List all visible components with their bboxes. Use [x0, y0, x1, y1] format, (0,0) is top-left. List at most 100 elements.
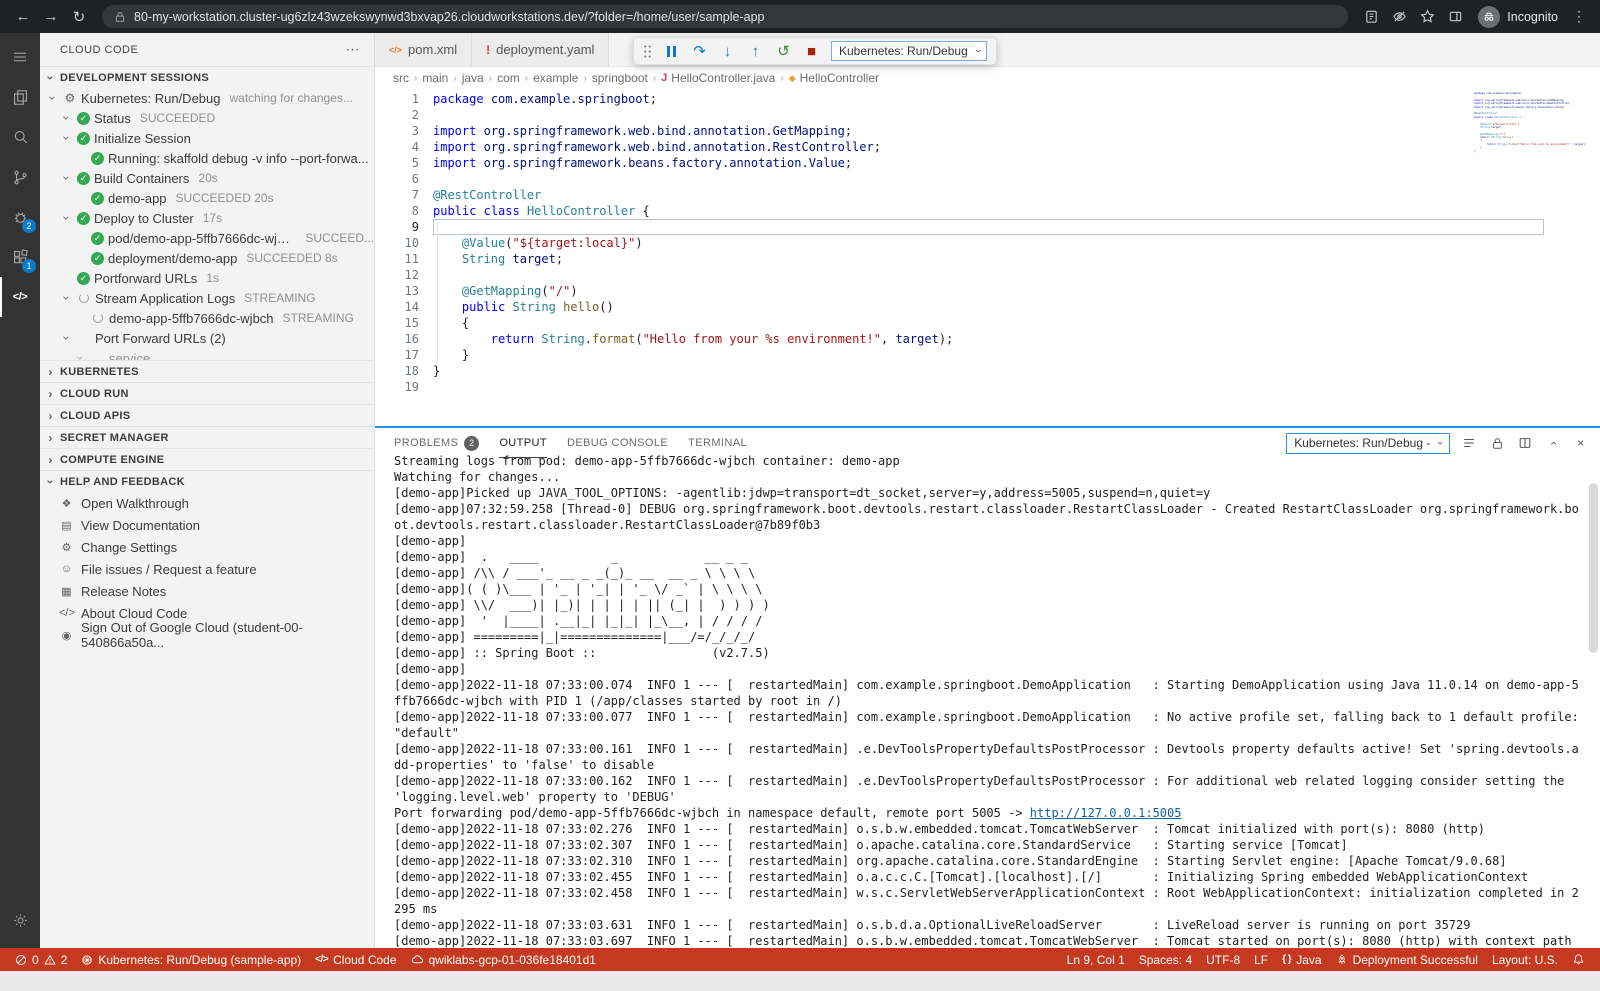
side-panel-icon[interactable]: [1442, 4, 1468, 30]
breadcrumb-item[interactable]: springboot: [592, 71, 648, 85]
log-line: [demo-app]Picked up JAVA_TOOL_OPTIONS: -…: [394, 485, 1586, 501]
help-item[interactable]: ☺File issues / Request a feature: [40, 558, 374, 580]
split-panel-icon[interactable]: [1516, 434, 1534, 452]
code-editor[interactable]: 12345678910111213141516171819 package co…: [375, 89, 1600, 426]
more-actions-icon[interactable]: ⋯: [346, 41, 361, 58]
tree-item[interactable]: ✓pod/demo-app-5ffb7666dc-wjbchSUCCEED...: [40, 228, 374, 248]
clipboard-icon[interactable]: [1358, 4, 1384, 30]
maximize-panel-icon[interactable]: ›: [1544, 434, 1562, 452]
cloud-code-icon[interactable]: </>: [0, 277, 40, 317]
tree-item[interactable]: ›⚙Kubernetes: Run/Debugwatching for chan…: [40, 88, 374, 108]
output-log[interactable]: Streaming logs from pod: demo-app-5ffb76…: [375, 453, 1600, 948]
cursor-position[interactable]: Ln 9, Col 1: [1060, 953, 1132, 967]
deployment-status[interactable]: Deployment Successful: [1329, 953, 1485, 967]
step-over-button[interactable]: ↷: [691, 42, 708, 60]
code-token: [476, 140, 483, 154]
bookmark-star-icon[interactable]: [1414, 4, 1440, 30]
sidebar-section-secret-manager[interactable]: ›SECRET MANAGER: [40, 426, 374, 448]
pause-button[interactable]: [663, 46, 680, 57]
eye-off-icon[interactable]: [1386, 4, 1412, 30]
explorer-icon[interactable]: [0, 77, 40, 117]
breadcrumb-item[interactable]: java: [462, 71, 484, 85]
lock-scroll-icon[interactable]: [1488, 434, 1506, 452]
step-into-button[interactable]: ↓: [719, 43, 736, 60]
address-bar[interactable]: 80-my-workstation.cluster-ug6zlz43wzeksw…: [102, 5, 1348, 28]
back-button[interactable]: ←: [10, 4, 36, 30]
breadcrumb-separator: ›: [653, 73, 656, 84]
log-url-link[interactable]: http://127.0.0.1:5005: [1030, 806, 1182, 820]
tree-item[interactable]: ✓Running: skaffold debug -v info --port-…: [40, 148, 374, 168]
debug-profile-select[interactable]: Kubernetes: Run/Debug ›: [831, 41, 987, 61]
tree-item-status: SUCCEEDED: [140, 111, 215, 125]
source-control-icon[interactable]: [0, 157, 40, 197]
sidebar-section-cloud-run[interactable]: ›CLOUD RUN: [40, 382, 374, 404]
help-item[interactable]: ▦Release Notes: [40, 580, 374, 602]
kubernetes-status[interactable]: Kubernetes: Run/Debug (sample-app): [74, 948, 308, 971]
incognito-profile[interactable]: Incognito: [1470, 6, 1566, 28]
breadcrumb-item[interactable]: ◆HelloController: [789, 71, 879, 85]
help-item[interactable]: ▤View Documentation: [40, 514, 374, 536]
run-debug-icon[interactable]: 2: [0, 197, 40, 237]
sidebar-section-compute-engine[interactable]: ›COMPUTE ENGINE: [40, 448, 374, 470]
tree-item[interactable]: ›Port Forward URLs (2): [40, 328, 374, 348]
clear-output-icon[interactable]: [1460, 434, 1478, 452]
section-help-and-feedback[interactable]: › HELP AND FEEDBACK: [40, 470, 374, 492]
tree-item[interactable]: ✓demo-appSUCCEEDED 20s: [40, 188, 374, 208]
notifications-bell-icon[interactable]: [1565, 953, 1592, 966]
section-development-sessions[interactable]: › DEVELOPMENT SESSIONS: [40, 66, 374, 88]
rocket-icon: [1336, 954, 1348, 966]
gcp-project-status[interactable]: qwiklabs-gcp-01-036fe18401d1: [404, 948, 603, 971]
tab-pom.xml[interactable]: </>pom.xml: [375, 33, 472, 66]
tree-item[interactable]: ›✓StatusSUCCEEDED: [40, 108, 374, 128]
help-item[interactable]: ◉Sign Out of Google Cloud (student-00-54…: [40, 624, 374, 646]
sidebar-section-kubernetes[interactable]: ›KUBERNETES: [40, 360, 374, 382]
search-icon[interactable]: [0, 117, 40, 157]
cloud-code-status[interactable]: </> Cloud Code: [308, 948, 403, 971]
language-status[interactable]: { } Java: [1275, 953, 1328, 967]
sidebar-section-cloud-apis[interactable]: ›CLOUD APIS: [40, 404, 374, 426]
tree-item[interactable]: ›service: [40, 348, 374, 360]
breadcrumb-item[interactable]: JHelloController.java: [661, 71, 775, 85]
breadcrumb-item[interactable]: main: [422, 71, 448, 85]
tree-item[interactable]: ›✓Initialize Session: [40, 128, 374, 148]
encoding-status[interactable]: UTF-8: [1199, 953, 1247, 967]
eol-status[interactable]: LF: [1247, 953, 1275, 967]
code-token: }: [433, 364, 440, 378]
breadcrumb-item[interactable]: example: [533, 71, 578, 85]
indentation-status[interactable]: Spaces: 4: [1132, 953, 1199, 967]
panel-scrollbar-thumb[interactable]: [1589, 483, 1598, 653]
close-panel-icon[interactable]: ×: [1572, 434, 1590, 452]
forward-button[interactable]: →: [38, 4, 64, 30]
keyboard-layout-status[interactable]: Layout: U.S.: [1485, 953, 1565, 967]
debug-toolbar: ↷ ↓ ↑ ↺ ■ Kubernetes: Run/Debug ›: [633, 37, 997, 65]
help-item[interactable]: ⚙Change Settings: [40, 536, 374, 558]
output-channel-select[interactable]: Kubernetes: Run/Debug - ›: [1286, 433, 1450, 454]
kubernetes-status-label: Kubernetes: Run/Debug (sample-app): [98, 953, 301, 967]
drag-handle[interactable]: [643, 44, 652, 59]
line-number: 13: [375, 283, 419, 299]
settings-gear-icon[interactable]: [0, 900, 40, 940]
problems-status[interactable]: 0 2: [8, 948, 74, 971]
tab-deployment.yaml[interactable]: !deployment.yaml: [472, 33, 609, 66]
tree-item[interactable]: ›✓Deploy to Cluster17s: [40, 208, 374, 228]
code-token: [505, 300, 512, 314]
tree-item[interactable]: demo-app-5ffb7666dc-wjbchSTREAMING: [40, 308, 374, 328]
breadcrumb-item[interactable]: com: [497, 71, 520, 85]
help-item[interactable]: ❖Open Walkthrough: [40, 492, 374, 514]
log-line: [demo-app] /\\ / ___'_ __ _ _(_)_ __ __ …: [394, 565, 1586, 581]
tree-item-label: deployment/demo-app: [108, 251, 237, 266]
browser-menu-kebab-icon[interactable]: ⋮: [1568, 8, 1590, 25]
reload-button[interactable]: ↻: [66, 4, 92, 30]
menu-icon[interactable]: [0, 37, 40, 77]
code-token: com.example.springboot: [491, 92, 650, 106]
step-out-button[interactable]: ↑: [747, 43, 764, 60]
tree-item[interactable]: ›Stream Application LogsSTREAMING: [40, 288, 374, 308]
tree-item[interactable]: ✓deployment/demo-appSUCCEEDED 8s: [40, 248, 374, 268]
restart-button[interactable]: ↺: [775, 42, 792, 60]
extensions-icon[interactable]: 1: [0, 237, 40, 277]
breadcrumb-item[interactable]: src: [393, 71, 409, 85]
docs-icon: ▤: [59, 519, 74, 532]
tree-item[interactable]: ›✓Build Containers20s: [40, 168, 374, 188]
tree-item[interactable]: ✓Portforward URLs1s: [40, 268, 374, 288]
stop-button[interactable]: ■: [803, 43, 820, 60]
